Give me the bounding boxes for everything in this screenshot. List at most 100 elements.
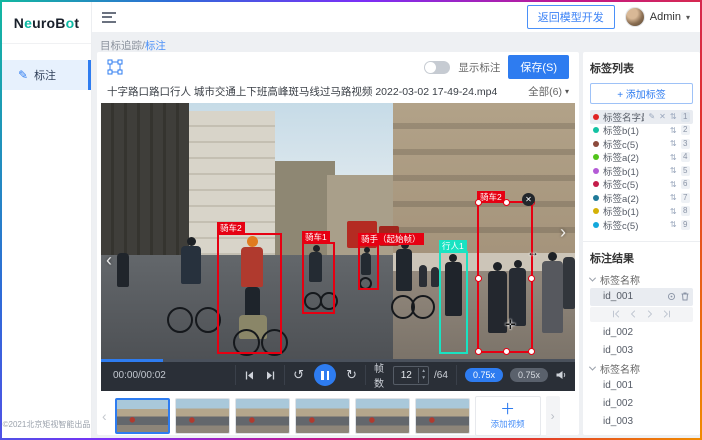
sort-tag-icon[interactable]: ⇅ bbox=[670, 139, 677, 148]
sidebar-item-annotation[interactable]: ✎ 标注 bbox=[2, 60, 91, 90]
trash-icon[interactable] bbox=[681, 292, 689, 301]
speed-button[interactable]: 0.75x bbox=[510, 368, 548, 382]
resize-handle[interactable] bbox=[475, 348, 482, 355]
tree-item[interactable]: id_002 bbox=[590, 395, 693, 413]
tree-group-collapsed[interactable]: 标签名称 bbox=[590, 431, 693, 436]
frame-number-input[interactable] bbox=[394, 370, 418, 381]
video-title-row: 十字路口路口行人 城市交通上下班高峰斑马线过马路视频 2022-03-02 17… bbox=[97, 82, 579, 103]
menu-collapse-icon[interactable] bbox=[102, 12, 116, 23]
tree-item-selected[interactable]: id_001 bbox=[590, 288, 693, 306]
sort-tag-icon[interactable]: ⇅ bbox=[670, 207, 677, 216]
video-next-icon[interactable]: › bbox=[560, 223, 566, 241]
thumbs-next-icon[interactable]: › bbox=[546, 396, 560, 436]
bbox-pedestrian1[interactable]: 行人1 bbox=[439, 251, 468, 354]
tag-color-dot bbox=[593, 195, 599, 201]
back-to-model-dev-button[interactable]: 返回模型开发 bbox=[527, 5, 615, 29]
tag-row[interactable]: 标签b(1) ⇅ 5 bbox=[590, 164, 693, 178]
tree-item[interactable]: id_002 bbox=[590, 324, 693, 342]
resize-handle[interactable] bbox=[475, 275, 482, 282]
user-name: Admin bbox=[650, 11, 681, 23]
video-thumbnail[interactable] bbox=[235, 398, 290, 434]
bbox-rider1[interactable]: 骑车1 bbox=[302, 242, 335, 314]
video-thumbnail[interactable] bbox=[355, 398, 410, 434]
frame-count-label: 帧数 bbox=[374, 360, 388, 390]
video-thumbnail[interactable] bbox=[415, 398, 470, 434]
user-menu[interactable]: Admin ▾ bbox=[625, 7, 690, 27]
seek-bar[interactable] bbox=[101, 359, 575, 362]
next-frame-button[interactable] bbox=[265, 370, 276, 381]
sort-tag-icon[interactable]: ⇅ bbox=[670, 153, 677, 162]
video-canvas[interactable]: ‹ › 骑车2 骑车1 骑手（起始帧） 行人1 骑车2 bbox=[101, 103, 575, 359]
breadcrumb-parent[interactable]: 目标追踪 bbox=[100, 40, 142, 52]
tag-row[interactable]: 标签名字最长数... ✎ ✕ ⇅ 1 bbox=[590, 110, 693, 124]
tag-row[interactable]: 标签c(5) ⇅ 6 bbox=[590, 178, 693, 192]
bbox-rider2-selected[interactable]: 骑车2 ✕ ✛ ↔ bbox=[477, 201, 533, 353]
frame-up-icon[interactable]: ▴ bbox=[419, 368, 428, 376]
thumbs-prev-icon[interactable]: ‹ bbox=[99, 408, 110, 424]
save-button[interactable]: 保存(S) bbox=[508, 55, 569, 79]
sort-tag-icon[interactable]: ⇅ bbox=[670, 193, 677, 202]
bbox-rider-startframe[interactable]: 骑手（起始帧） bbox=[358, 244, 379, 290]
tag-row[interactable]: 标签c(5) ⇅ 9 bbox=[590, 218, 693, 232]
video-prev-icon[interactable]: ‹ bbox=[106, 251, 112, 269]
next-icon[interactable] bbox=[646, 310, 654, 318]
tree-item[interactable]: id_003 bbox=[590, 413, 693, 431]
sort-tag-icon[interactable]: ⇅ bbox=[670, 126, 677, 135]
tree-item-label: id_002 bbox=[603, 398, 633, 409]
scene-cyclist bbox=[181, 246, 201, 284]
add-video-button[interactable]: ＋ 添加视频 bbox=[475, 396, 541, 436]
tree-item[interactable]: id_001 bbox=[590, 377, 693, 395]
tag-row[interactable]: 标签a(2) ⇅ 7 bbox=[590, 191, 693, 205]
video-filter-dropdown[interactable]: 全部(6) ▾ bbox=[528, 84, 569, 99]
chevron-down-icon: ▾ bbox=[686, 13, 690, 22]
tree-item-label: id_002 bbox=[603, 327, 633, 338]
tag-color-dot bbox=[593, 208, 599, 214]
frame-down-icon[interactable]: ▾ bbox=[419, 375, 428, 383]
frame-number-stepper: ▴▾ bbox=[393, 366, 429, 385]
delete-box-icon[interactable]: ✕ bbox=[522, 193, 535, 206]
tree-item-label: id_003 bbox=[603, 416, 633, 427]
sort-tag-icon[interactable]: ⇅ bbox=[670, 112, 677, 121]
tag-row[interactable]: 标签b(1) ⇅ 2 bbox=[590, 124, 693, 138]
resize-handle[interactable] bbox=[528, 348, 535, 355]
bbox-rider2[interactable]: 骑车2 bbox=[217, 233, 282, 354]
video-thumbnail[interactable] bbox=[175, 398, 230, 434]
tree-group[interactable]: 标签名称 bbox=[590, 360, 693, 377]
thumbnail-strip: ‹ ＋ 添加视频 › bbox=[97, 391, 579, 436]
rect-select-tool-icon[interactable] bbox=[107, 59, 123, 75]
tree-item[interactable]: id_003 bbox=[590, 342, 693, 360]
last-frame-icon[interactable] bbox=[663, 310, 671, 318]
add-tag-button[interactable]: + 添加标签 bbox=[590, 83, 693, 104]
resize-handle[interactable] bbox=[528, 275, 535, 282]
tag-row[interactable]: 标签b(1) ⇅ 8 bbox=[590, 205, 693, 219]
volume-icon[interactable] bbox=[555, 369, 567, 381]
tag-index: 3 bbox=[681, 139, 690, 149]
edit-tag-icon[interactable]: ✎ bbox=[648, 112, 655, 121]
resize-handle[interactable] bbox=[503, 348, 510, 355]
resize-handle[interactable] bbox=[475, 199, 482, 206]
tag-row[interactable]: 标签c(5) ⇅ 3 bbox=[590, 137, 693, 151]
chevron-down-icon bbox=[589, 363, 596, 370]
locate-target-icon[interactable] bbox=[667, 292, 676, 301]
sort-tag-icon[interactable]: ⇅ bbox=[670, 166, 677, 175]
tag-row[interactable]: 标签a(2) ⇅ 4 bbox=[590, 151, 693, 165]
video-thumbnail[interactable] bbox=[295, 398, 350, 434]
resize-handle[interactable] bbox=[503, 199, 510, 206]
prev-frame-button[interactable] bbox=[244, 370, 255, 381]
tree-group[interactable]: 标签名称 bbox=[590, 271, 693, 288]
sort-tag-icon[interactable]: ⇅ bbox=[670, 180, 677, 189]
tag-name: 标签c(5) bbox=[603, 177, 666, 191]
prev-icon[interactable] bbox=[629, 310, 637, 318]
rewind-10-icon[interactable]: ↺ bbox=[293, 367, 304, 383]
forward-10-icon[interactable]: ↻ bbox=[346, 367, 357, 383]
pause-button[interactable] bbox=[314, 364, 336, 386]
first-frame-icon[interactable] bbox=[612, 310, 620, 318]
video-thumbnail-selected[interactable] bbox=[115, 398, 170, 434]
tag-color-dot bbox=[593, 127, 599, 133]
speed-button-active[interactable]: 0.75x bbox=[465, 368, 503, 382]
show-annotation-toggle[interactable] bbox=[424, 61, 450, 74]
add-video-label: 添加视频 bbox=[491, 418, 525, 430]
delete-tag-icon[interactable]: ✕ bbox=[659, 112, 666, 121]
chevron-down-icon: ▾ bbox=[565, 87, 569, 96]
sort-tag-icon[interactable]: ⇅ bbox=[670, 220, 677, 229]
